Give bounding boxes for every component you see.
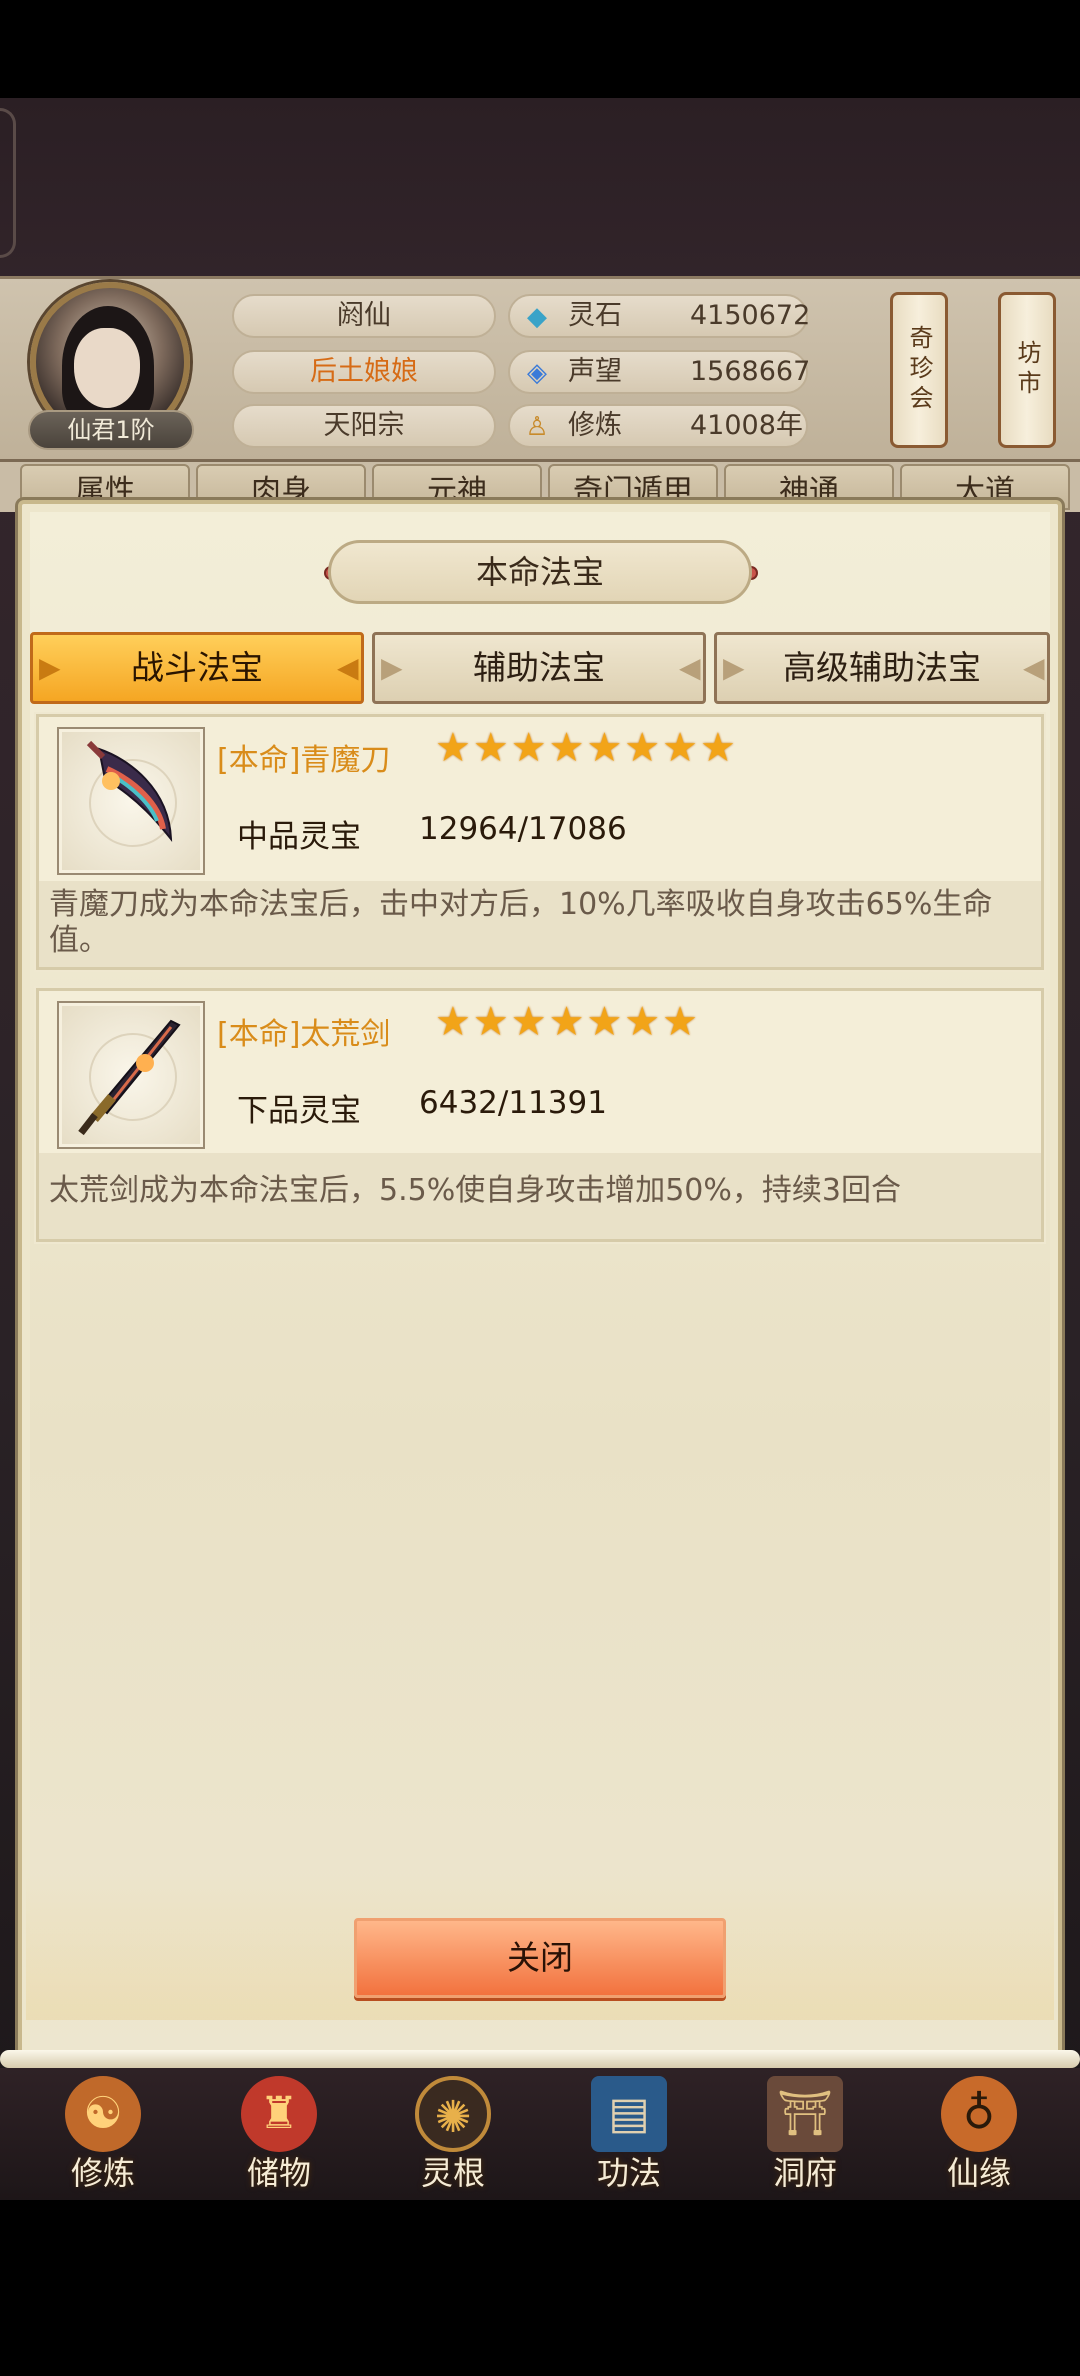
item-grade: 下品灵宝 (237, 1093, 361, 1129)
cave-icon: ⛩ (767, 2076, 843, 2152)
tab-support-treasure[interactable]: ▶ 辅助法宝 ◀ (372, 632, 706, 704)
treasure-fair-banner[interactable]: 奇珍会 (890, 292, 948, 448)
side-drawer-handle[interactable] (0, 108, 16, 258)
nav-item-spirit-root[interactable]: ✺ 灵根 (388, 2068, 518, 2196)
bag-icon: ♜ (241, 2076, 317, 2152)
book-icon: ▤ (591, 2076, 667, 2152)
resource-reputation: ◈ 声望 1568667 (508, 350, 811, 394)
star-icon: ★ (662, 999, 701, 1045)
item-description: 太荒剑成为本命法宝后，5.5%使自身攻击增加50%，持续3回合 (49, 1173, 901, 1208)
chevron-left-icon: ◀ (337, 651, 359, 684)
gourd-icon: ♁ (941, 2076, 1017, 2152)
chevron-right-icon: ▶ (381, 651, 403, 684)
star-icon: ★ (700, 725, 738, 771)
chevron-left-icon: ◀ (679, 651, 701, 684)
star-icon: ★ (435, 999, 473, 1045)
sword-icon[interactable] (57, 1001, 205, 1149)
avatar-face (74, 328, 140, 408)
star-icon: ★ (586, 999, 625, 1045)
reputation-icon: ◈ (527, 358, 547, 388)
blade-icon[interactable] (57, 727, 205, 875)
item-description: 青魔刀成为本命法宝后，击中对方后，10%几率吸收自身攻击65%生命值。 (49, 887, 993, 958)
star-rating: ★★★★★★★ (435, 999, 700, 1045)
star-icon: ★ (624, 999, 663, 1045)
resource-value: 4150672 (690, 300, 811, 331)
item-grade: 中品灵宝 (237, 819, 361, 855)
tab-label: 战斗法宝 (131, 648, 263, 687)
resource-cultivation: ♙ 修炼 41008年 (508, 404, 808, 448)
nav-label: 功法 (596, 2154, 661, 2192)
treasure-card[interactable]: [本命]太荒剑 ★★★★★★★ 下品灵宝 6432/11391 太荒剑成为本命法… (36, 988, 1044, 1242)
nav-item-cave[interactable]: ⛩ 洞府 (740, 2068, 870, 2196)
nav-item-techniques[interactable]: ▤ 功法 (564, 2068, 694, 2196)
chevron-right-icon: ▶ (39, 651, 61, 684)
spirit-stone-icon: ◆ (527, 302, 547, 332)
sword-graphic (78, 1019, 181, 1136)
nav-item-cultivate[interactable]: ☯ 修炼 (38, 2068, 168, 2196)
nav-item-storage[interactable]: ♜ 储物 (214, 2068, 344, 2196)
star-icon: ★ (586, 725, 625, 771)
close-button[interactable]: 关闭 (354, 1918, 726, 1998)
market-banner[interactable]: 坊市 (998, 292, 1056, 448)
nav-label: 灵根 (420, 2154, 485, 2192)
player-sect: 天阳宗 (232, 404, 496, 448)
spirit-root-icon: ✺ (415, 2076, 491, 2152)
cultivation-icon: ♙ (525, 412, 549, 442)
star-icon: ★ (662, 725, 701, 771)
chevron-right-icon: ▶ (723, 651, 745, 684)
nav-label: 储物 (246, 2154, 311, 2192)
player-title: 阏仙 (232, 294, 496, 338)
rank-badge: 仙君1阶 (28, 410, 194, 450)
item-progress: 12964/17086 (419, 811, 627, 847)
resource-label: 灵石 (568, 300, 622, 331)
nav-label: 洞府 (772, 2154, 837, 2192)
modal-title: 本命法宝 (328, 540, 752, 604)
player-name: 后土娘娘 (232, 350, 496, 394)
star-icon: ★ (510, 999, 549, 1045)
item-name: [本命]青魔刀 (217, 743, 391, 778)
tab-label: 高级辅助法宝 (783, 648, 981, 687)
star-icon: ★ (548, 999, 587, 1045)
star-icon: ★ (548, 725, 587, 771)
resource-value: 41008年 (690, 410, 803, 441)
nav-label: 修炼 (70, 2154, 135, 2192)
resource-label: 修炼 (568, 410, 622, 441)
nav-label: 仙缘 (946, 2154, 1011, 2192)
item-progress: 6432/11391 (419, 1085, 607, 1121)
scroll-rod (0, 2050, 1080, 2068)
chevron-left-icon: ◀ (1023, 651, 1045, 684)
tab-label: 辅助法宝 (473, 648, 605, 687)
blade-graphic (86, 740, 173, 843)
item-name: [本命]太荒剑 (217, 1017, 391, 1052)
meditation-icon: ☯ (65, 2076, 141, 2152)
star-rating: ★★★★★★★★ (435, 725, 738, 771)
nav-item-fate[interactable]: ♁ 仙缘 (914, 2068, 1044, 2196)
resource-label: 声望 (568, 356, 622, 387)
resource-value: 1568667 (690, 356, 811, 387)
tab-combat-treasure[interactable]: ▶ 战斗法宝 ◀ (30, 632, 364, 704)
star-icon: ★ (472, 725, 511, 771)
star-icon: ★ (472, 999, 511, 1045)
resource-spirit-stone: ◆ 灵石 4150672 (508, 294, 811, 338)
star-icon: ★ (624, 725, 663, 771)
treasure-card[interactable]: [本命]青魔刀 ★★★★★★★★ 中品灵宝 12964/17086 青魔刀成为本… (36, 714, 1044, 970)
tab-advanced-support-treasure[interactable]: ▶ 高级辅助法宝 ◀ (714, 632, 1050, 704)
star-icon: ★ (510, 725, 549, 771)
star-icon: ★ (435, 725, 473, 771)
